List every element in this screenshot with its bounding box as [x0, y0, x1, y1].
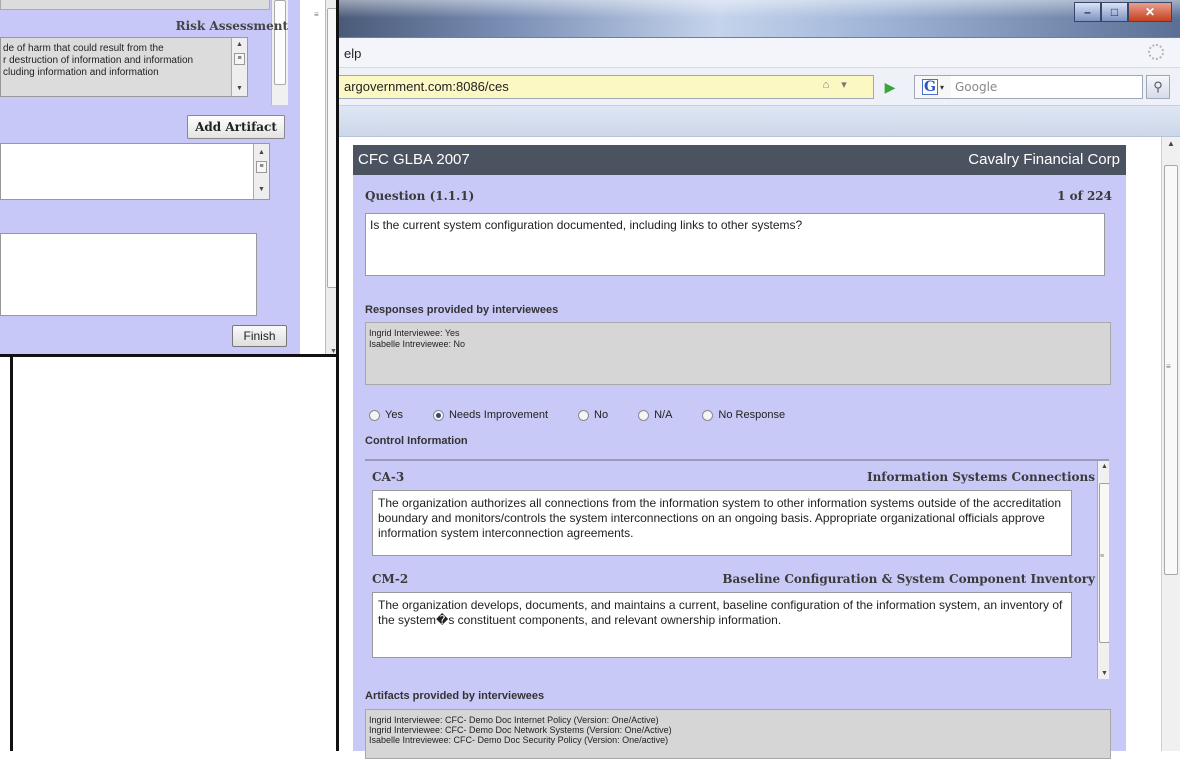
- add-artifact-button[interactable]: Add Artifact: [187, 115, 285, 139]
- radio-needs-improvement[interactable]: Needs Improvement: [432, 409, 548, 421]
- response-item: Isabelle Intreviewee: No: [369, 339, 466, 349]
- window-gutter: ≡: [300, 0, 325, 354]
- close-icon[interactable]: ✕: [1128, 2, 1172, 22]
- scroll-thumb[interactable]: ≡: [256, 161, 267, 173]
- scroll-up-arrow-icon[interactable]: ▲: [254, 146, 269, 160]
- radio-yes[interactable]: Yes: [369, 409, 403, 421]
- radio-no[interactable]: No: [578, 409, 608, 421]
- menu-bar: elp: [339, 38, 1180, 68]
- window-edge: [10, 357, 13, 751]
- artifact-item: Isabelle Intreviewee: CFC- Demo Doc Secu…: [369, 735, 669, 745]
- risk-text-line: r destruction of information and informa…: [3, 55, 194, 66]
- control-description: The organization authorizes all connecti…: [372, 490, 1072, 556]
- comments-textarea[interactable]: [0, 233, 257, 316]
- responses-box: Ingrid Interviewee: Yes Isabelle Intrevi…: [365, 322, 1111, 385]
- address-bar[interactable]: argovernment.com:8086/ces: [339, 75, 874, 99]
- search-input[interactable]: Google: [951, 75, 1143, 99]
- finish-button[interactable]: Finish: [232, 325, 287, 347]
- risk-text-line: de of harm that could result from the: [3, 43, 164, 54]
- question-counter: 1 of 224: [1057, 189, 1112, 203]
- artifact-list-scrollbar[interactable]: ▲ ≡ ▼: [253, 144, 269, 199]
- assessment-title: CFC GLBA 2007: [358, 151, 470, 168]
- radio-icon[interactable]: [702, 409, 714, 421]
- bookmark-toolbar: [339, 106, 1180, 137]
- history-dropdown-icon[interactable]: ▾: [837, 78, 851, 91]
- scroll-down-arrow-icon[interactable]: ▼: [254, 183, 269, 197]
- background-window: Risk Assessment de of harm that could re…: [0, 0, 347, 357]
- loading-throbber-icon: [1148, 44, 1164, 60]
- artifacts-box: Ingrid Interviewee: CFC- Demo Doc Intern…: [365, 709, 1111, 759]
- assessment-panel: Question (1.1.1) 1 of 224 Is the current…: [353, 175, 1126, 759]
- radio-icon[interactable]: [638, 409, 650, 421]
- question-text: Is the current system configuration docu…: [365, 213, 1105, 276]
- control-list-scrollbar[interactable]: ▲ ≡ ▼: [1097, 461, 1109, 679]
- title-bar[interactable]: – □ ✕: [339, 0, 1180, 38]
- google-icon: G: [921, 79, 938, 95]
- organization-name: Cavalry Financial Corp: [968, 151, 1120, 168]
- control-code: CM-2: [372, 572, 409, 586]
- control-name: Information Systems Connections: [866, 470, 1095, 484]
- window-controls: – □ ✕: [1074, 2, 1172, 22]
- form-scrollbar[interactable]: [271, 0, 288, 105]
- search-engine-selector[interactable]: G ▾: [914, 75, 952, 99]
- minimize-icon[interactable]: –: [1074, 2, 1101, 22]
- artifact-list[interactable]: ▲ ≡ ▼: [0, 143, 270, 200]
- scroll-down-arrow-icon[interactable]: ▼: [1098, 670, 1109, 677]
- background-form: Risk Assessment de of harm that could re…: [0, 0, 300, 354]
- menu-help[interactable]: elp: [344, 46, 361, 61]
- browser-window: – □ ✕ elp argovernment.com:8086/ces ⌂ ▾ …: [336, 0, 1180, 759]
- search-icon[interactable]: ⚲: [1146, 75, 1170, 99]
- site-identity-icon[interactable]: ⌂: [819, 79, 833, 91]
- scroll-up-arrow-icon[interactable]: ▲: [1162, 139, 1180, 148]
- radio-na[interactable]: N/A: [638, 409, 672, 421]
- control-information-heading: Control Information: [365, 435, 468, 447]
- textarea-scrollbar[interactable]: ▲ ≡ ▼: [231, 38, 247, 96]
- scroll-thumb[interactable]: [1099, 483, 1109, 643]
- control-list[interactable]: CA-3 Information Systems Connections The…: [365, 459, 1109, 679]
- desktop-area: [0, 357, 347, 751]
- radio-selected-icon[interactable]: [432, 409, 444, 421]
- radio-icon[interactable]: [578, 409, 589, 421]
- responses-heading: Responses provided by interviewees: [365, 304, 559, 316]
- grip-icon: ≡: [1100, 553, 1105, 560]
- risk-text-line: cluding information and information: [3, 67, 159, 78]
- grip-icon: ≡: [1166, 362, 1171, 371]
- assessment-header: CFC GLBA 2007 Cavalry Financial Corp: [353, 145, 1126, 175]
- artifacts-heading: Artifacts provided by interviewees: [365, 690, 545, 702]
- response-item: Ingrid Interviewee: Yes: [369, 328, 460, 338]
- navigation-toolbar: argovernment.com:8086/ces ⌂ ▾ ▶ G ▾ Goog…: [339, 68, 1180, 106]
- control-description: The organization develops, documents, an…: [372, 592, 1072, 658]
- maximize-icon[interactable]: □: [1101, 2, 1128, 22]
- page-content: CFC GLBA 2007 Cavalry Financial Corp Que…: [339, 137, 1161, 759]
- risk-assessment-textarea[interactable]: de of harm that could result from the r …: [0, 37, 248, 97]
- scroll-down-arrow-icon[interactable]: ▼: [232, 82, 247, 96]
- chevron-down-icon: ▾: [939, 82, 944, 92]
- risk-assessment-heading: Risk Assessment: [175, 19, 288, 33]
- truncated-field[interactable]: [0, 0, 270, 10]
- control-code: CA-3: [372, 470, 405, 484]
- radio-no-response[interactable]: No Response: [702, 409, 785, 421]
- go-arrow-icon[interactable]: ▶: [880, 77, 900, 97]
- artifact-item: Ingrid Interviewee: CFC- Demo Doc Networ…: [369, 725, 672, 735]
- scroll-up-arrow-icon[interactable]: ▲: [1098, 463, 1109, 470]
- page-scrollbar[interactable]: ▲ ≡: [1161, 137, 1180, 751]
- scroll-thumb[interactable]: [274, 0, 286, 85]
- artifact-item: Ingrid Interviewee: CFC- Demo Doc Intern…: [369, 715, 659, 725]
- control-name: Baseline Configuration & System Componen…: [722, 572, 1095, 586]
- scroll-thumb[interactable]: ≡: [234, 53, 245, 65]
- radio-icon[interactable]: [369, 409, 380, 421]
- scroll-up-arrow-icon[interactable]: ▲: [232, 38, 247, 52]
- grip-icon: ≡: [314, 10, 319, 19]
- question-label: Question (1.1.1): [365, 189, 475, 203]
- answer-radio-group: Yes Needs Improvement No N/A No Response: [369, 409, 815, 421]
